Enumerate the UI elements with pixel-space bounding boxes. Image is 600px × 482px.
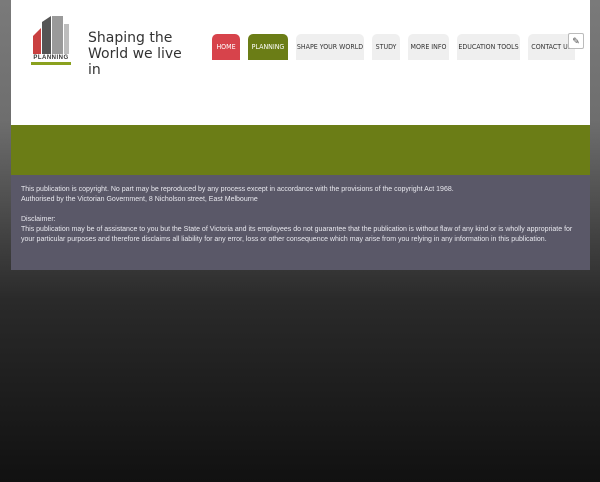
pencil-icon: ✎ bbox=[572, 36, 580, 46]
copyright-line-1: This publication is copyright. No part m… bbox=[21, 186, 454, 193]
disclaimer-title: Disclaimer: bbox=[21, 216, 56, 223]
disclaimer-text: This publication may be of assistance to… bbox=[21, 226, 573, 243]
nav-home[interactable]: HOME bbox=[212, 34, 240, 60]
tagline-line-1: Shaping the bbox=[88, 30, 173, 46]
tagline: Shaping the World we live in bbox=[88, 30, 198, 78]
edit-button[interactable]: ✎ bbox=[568, 33, 584, 49]
nav-study[interactable]: STUDY bbox=[372, 34, 400, 60]
nav-more-info[interactable]: MORE INFO bbox=[408, 34, 449, 60]
tagline-line-2: World we live in bbox=[88, 46, 182, 78]
nav-planning[interactable]: PLANNING bbox=[248, 34, 288, 60]
nav-education-tools[interactable]: EDUCATION TOOLS bbox=[457, 34, 520, 60]
logo-text: PLANNING bbox=[33, 55, 69, 61]
footer: This publication is copyright. No part m… bbox=[11, 175, 590, 270]
page: PLANNING Shaping the World we live in HO… bbox=[11, 0, 590, 270]
banner-band bbox=[11, 125, 590, 175]
planning-logo[interactable]: PLANNING bbox=[31, 14, 71, 66]
copyright-line-2: Authorised by the Victorian Government, … bbox=[21, 196, 258, 203]
nav-shape-your-world[interactable]: SHAPE YOUR WORLD bbox=[296, 34, 364, 60]
header: PLANNING Shaping the World we live in HO… bbox=[11, 0, 590, 125]
